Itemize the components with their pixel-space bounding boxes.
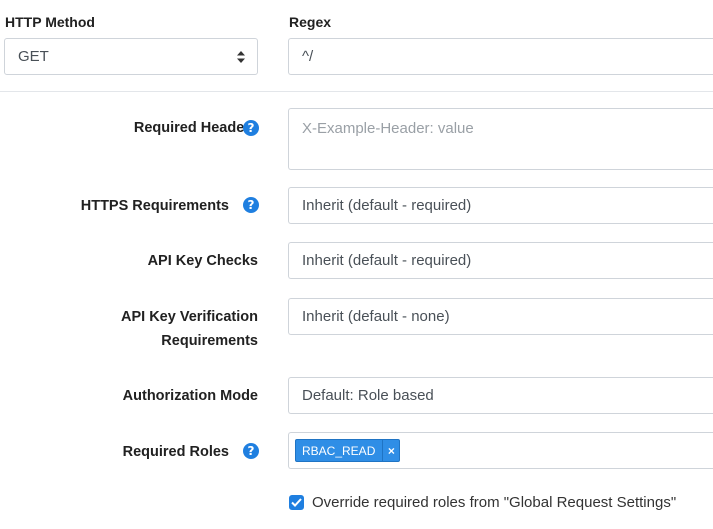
required-roles-label: Required Roles: [122, 444, 229, 460]
question-circle-icon[interactable]: ?: [243, 443, 259, 459]
api-key-checks-value: Inherit (default - required): [302, 252, 472, 269]
api-key-verification-label-line2: Requirements: [161, 333, 258, 349]
https-requirements-label: HTTPS Requirements: [80, 198, 229, 214]
api-key-checks-label: API Key Checks: [147, 253, 258, 269]
question-circle-icon[interactable]: ?: [243, 197, 259, 213]
api-key-verification-label: API Key Verification Requirements: [121, 305, 258, 353]
section-divider: [0, 91, 713, 92]
required-headers-placeholder: X-Example-Header: value: [302, 120, 474, 137]
http-method-value: GET: [18, 48, 49, 65]
role-tag-label: RBAC_READ: [302, 443, 376, 458]
select-arrows-icon: [237, 50, 245, 63]
api-key-verification-select[interactable]: Inherit (default - none): [288, 298, 713, 335]
override-roles-checkbox[interactable]: [289, 495, 304, 510]
authorization-mode-label: Authorization Mode: [122, 388, 258, 404]
regex-input[interactable]: ^/: [288, 38, 713, 75]
https-requirements-value: Inherit (default - required): [302, 197, 472, 214]
tag-remove-icon[interactable]: ×: [382, 440, 399, 461]
api-key-checks-select[interactable]: Inherit (default - required): [288, 242, 713, 279]
override-roles-label[interactable]: Override required roles from "Global Req…: [312, 493, 676, 513]
https-requirements-select[interactable]: Inherit (default - required): [288, 187, 713, 224]
authorization-mode-select[interactable]: Default: Role based: [288, 377, 713, 414]
regex-label: Regex: [289, 14, 332, 30]
regex-value: ^/: [302, 48, 314, 65]
http-method-select[interactable]: GET: [4, 38, 258, 75]
role-tag[interactable]: RBAC_READ ×: [295, 439, 401, 462]
api-key-verification-value: Inherit (default - none): [302, 308, 450, 325]
checkmark-icon: [291, 498, 302, 507]
required-headers-textarea[interactable]: X-Example-Header: value: [288, 108, 713, 170]
question-circle-icon[interactable]: ?: [243, 120, 259, 136]
api-key-verification-label-line1: API Key Verification: [121, 309, 258, 325]
http-method-label: HTTP Method: [5, 14, 95, 30]
required-headers-label: Required Headers: [133, 120, 258, 136]
authorization-mode-value: Default: Role based: [302, 387, 434, 404]
